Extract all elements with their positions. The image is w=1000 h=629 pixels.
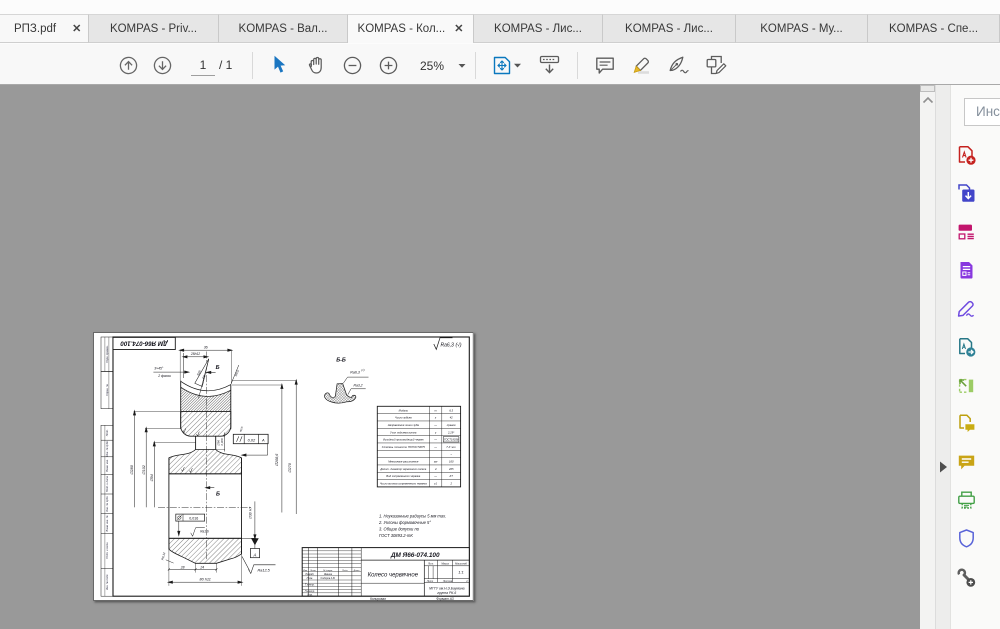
svg-text:ГОСТ19036: ГОСТ19036 xyxy=(444,438,459,442)
svg-text:—: — xyxy=(433,446,437,449)
svg-text:1. Неуказанные радиусы 5 мм ma: 1. Неуказанные радиусы 5 мм max. xyxy=(379,513,446,518)
svg-text:2,29°: 2,29° xyxy=(447,430,455,434)
svg-text:∅280: ∅280 xyxy=(130,464,134,475)
svg-text:Степень точности ПОГОСТ3675: Степень точности ПОГОСТ3675 xyxy=(382,445,426,449)
svg-text:Справ. №: Справ. № xyxy=(105,384,109,396)
svg-text:Б: Б xyxy=(216,492,220,498)
svg-text:№ докум.: № докум. xyxy=(323,569,333,572)
svg-text:0,008: 0,008 xyxy=(220,438,224,445)
svg-text:1:1: 1:1 xyxy=(458,570,464,575)
svg-text:Иванов: Иванов xyxy=(324,573,333,576)
svg-text:Ra6,3: Ra6,3 xyxy=(350,370,360,374)
svg-text:Инв. № дубл.: Инв. № дубл. xyxy=(105,496,109,512)
svg-text:Делит. диаметр червячного коле: Делит. диаметр червячного колеса xyxy=(379,467,426,471)
svg-text:группа РК-6: группа РК-6 xyxy=(437,591,456,595)
svg-text:Колесо червячное: Колесо червячное xyxy=(368,573,419,579)
svg-text:(√): (√) xyxy=(361,368,364,372)
svg-text:Ra1,6: Ra1,6 xyxy=(200,529,209,533)
svg-text:Лист: Лист xyxy=(309,570,316,572)
svg-text:36: 36 xyxy=(204,346,208,350)
svg-text:—: — xyxy=(433,475,437,478)
svg-text:42: 42 xyxy=(450,416,453,420)
svg-text:А: А xyxy=(261,437,265,442)
svg-text:Подп. и дата: Подп. и дата xyxy=(105,475,109,492)
svg-text:Ra12,5: Ra12,5 xyxy=(258,568,271,572)
svg-text:265: 265 xyxy=(448,467,454,471)
svg-text:2 фаски: 2 фаски xyxy=(157,374,171,378)
svg-text:Б: Б xyxy=(216,365,220,371)
svg-text:28h12: 28h12 xyxy=(190,352,200,356)
svg-text:0,02: 0,02 xyxy=(248,437,256,442)
svg-text:—: — xyxy=(433,439,437,442)
svg-text:z1: z1 xyxy=(433,482,437,486)
svg-text:Листов: Листов xyxy=(442,580,453,583)
svg-text:Инв. № подл.: Инв. № подл. xyxy=(105,574,109,590)
svg-text:Угол подъема витка: Угол подъема витка xyxy=(390,430,417,434)
svg-text:МГТУ им.Н.Э.Баумана: МГТУ им.Н.Э.Баумана xyxy=(429,586,464,590)
svg-text:Вид сопряженного червяка: Вид сопряженного червяка xyxy=(386,474,420,478)
svg-text:Ra6,3: Ra6,3 xyxy=(441,342,455,348)
svg-text:Число зубьев: Число зубьев xyxy=(395,416,412,420)
svg-text:3. Общие допуски по: 3. Общие допуски по xyxy=(379,526,420,531)
svg-text:3×45°: 3×45° xyxy=(154,367,164,371)
svg-text:6,3: 6,3 xyxy=(449,408,453,412)
svg-text:Утв.: Утв. xyxy=(307,593,313,596)
svg-text:Масштаб: Масштаб xyxy=(455,563,467,566)
svg-text:Б-Б: Б-Б xyxy=(336,357,346,363)
svg-text:А: А xyxy=(253,553,257,558)
svg-text:Пров.: Пров. xyxy=(307,577,314,580)
svg-text:Масса: Масса xyxy=(441,563,449,566)
svg-text:Инв. № дубл.: Инв. № дубл. xyxy=(105,440,109,456)
svg-text:28: 28 xyxy=(180,565,185,569)
svg-text:ДМ Я66-074.100: ДМ Я66-074.100 xyxy=(390,552,440,559)
svg-text:Взам. инв. №: Взам. инв. № xyxy=(105,515,109,531)
svg-text:Подп. и дата: Подп. и дата xyxy=(105,542,109,559)
svg-text:Изм.: Изм. xyxy=(303,570,308,572)
svg-text:Лист: Лист xyxy=(426,580,433,583)
svg-text:160: 160 xyxy=(449,460,454,464)
svg-text:Лит.: Лит. xyxy=(427,563,434,566)
svg-text:7-Х чкл.: 7-Х чкл. xyxy=(446,445,456,449)
svg-text:∅208,6: ∅208,6 xyxy=(275,453,279,467)
svg-text:правое: правое xyxy=(447,424,456,427)
svg-text:Подп.: Подп. xyxy=(105,429,109,436)
svg-text:Разраб.: Разраб. xyxy=(305,573,314,576)
svg-text:Число витков сопряженного черв: Число витков сопряженного червяка xyxy=(380,482,427,486)
svg-text:ДМ Я66-074.100: ДМ Я66-074.100 xyxy=(120,339,169,346)
svg-text:Подп.: Подп. xyxy=(342,569,348,572)
svg-text:Взам. инв.: Взам. инв. xyxy=(105,459,109,472)
svg-text:0,016: 0,016 xyxy=(189,517,198,521)
svg-text:80 h11: 80 h11 xyxy=(200,578,211,582)
svg-text:Сидоров А.В.: Сидоров А.В. xyxy=(321,577,336,580)
svg-text:Копировал: Копировал xyxy=(370,597,386,601)
svg-text:ГОСТ 30893.2-mK: ГОСТ 30893.2-mK xyxy=(379,533,413,538)
svg-text:∅102: ∅102 xyxy=(142,464,146,475)
svg-text:Модуль: Модуль xyxy=(399,408,409,412)
svg-text:Межосевое расстояние: Межосевое расстояние xyxy=(388,460,419,464)
svg-text:Формат А3: Формат А3 xyxy=(436,597,454,601)
svg-text:Дата: Дата xyxy=(353,570,361,572)
svg-text:∅30 H7: ∅30 H7 xyxy=(249,506,253,519)
svg-text:ZT: ZT xyxy=(449,474,454,478)
svg-text:—: — xyxy=(433,424,437,427)
svg-text:2. Уклоны формовочные 5°: 2. Уклоны формовочные 5° xyxy=(378,520,431,525)
svg-text:(√): (√) xyxy=(456,341,462,348)
svg-text:Т.контр.: Т.контр. xyxy=(305,584,315,587)
svg-text:Исходный производящий червяк: Исходный производящий червяк xyxy=(383,438,424,442)
svg-text:Ra3,2: Ra3,2 xyxy=(354,383,363,387)
svg-text:∅270: ∅270 xyxy=(288,462,292,473)
svg-text:Направление линии зуба: Направление линии зуба xyxy=(388,423,420,427)
svg-text:Перв. примен.: Перв. примен. xyxy=(105,345,109,363)
svg-text:∅94: ∅94 xyxy=(150,474,154,482)
svg-text:24: 24 xyxy=(199,565,204,569)
